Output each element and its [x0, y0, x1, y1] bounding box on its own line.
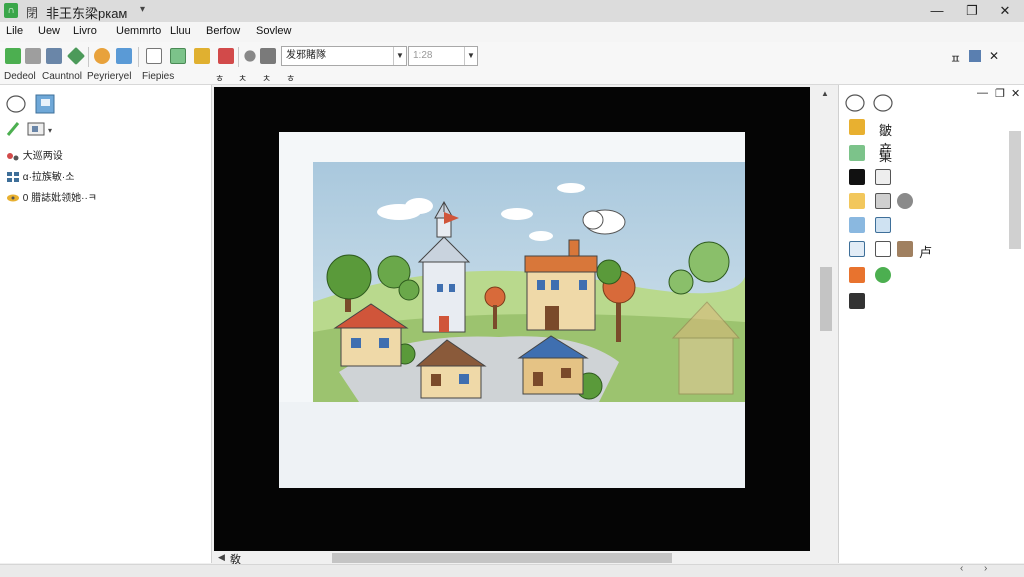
- horizontal-scrollbar[interactable]: ◀ 敎: [214, 551, 834, 566]
- menu-element[interactable]: Uemmrto: [116, 25, 161, 37]
- close-button[interactable]: ✕: [988, 0, 1022, 22]
- dock-icon[interactable]: [969, 50, 981, 62]
- tree-icon: [875, 267, 891, 283]
- vertical-scrollbar[interactable]: ▲ ▼: [818, 87, 834, 563]
- title-bar: ∩ 閉 非王东梁ркам ▾ — ❐ ✕: [0, 0, 1024, 23]
- export-icon[interactable]: [218, 48, 234, 64]
- pen-tool-icon[interactable]: [260, 48, 276, 64]
- save-icon[interactable]: [46, 48, 62, 64]
- menu-window[interactable]: Sovlew: [256, 25, 291, 37]
- page-icon[interactable]: [146, 48, 162, 64]
- copy-icon: [875, 217, 891, 233]
- list-item[interactable]: α·拉族敏·소: [6, 168, 74, 183]
- menu-edit[interactable]: Uew: [38, 25, 60, 37]
- list-item-label: 菓: [879, 149, 893, 164]
- list-item-label: 0 腊誌妣领她··ㅋ: [22, 193, 97, 204]
- right-panel: — ❐ ✕ 皺产 菓 卢: [838, 85, 1024, 563]
- picture-icon: [849, 293, 865, 309]
- chart-icon: [849, 267, 865, 283]
- panel-scrollbar-thumb[interactable]: [1009, 131, 1021, 249]
- panel-minimize-button[interactable]: —: [977, 87, 988, 99]
- chevron-down-icon[interactable]: ▼: [464, 47, 477, 65]
- list-item-label: 卢: [919, 245, 933, 260]
- scroll-up-icon[interactable]: ▲: [821, 89, 829, 98]
- chevron-down-icon[interactable]: ▼: [393, 47, 406, 65]
- new-document-icon[interactable]: [5, 48, 21, 64]
- edit-page-icon[interactable]: [170, 48, 186, 64]
- stack-icon: [875, 169, 891, 185]
- toolbar-label-pieces: Fiepies: [142, 71, 175, 82]
- toolbar-label-properties: Peyrieryel: [87, 71, 132, 82]
- layers-icon[interactable]: [94, 48, 110, 64]
- status-prev-icon[interactable]: ‹: [960, 563, 963, 574]
- svg-text:▾: ▾: [48, 126, 52, 135]
- scrollbar-thumb[interactable]: [820, 267, 832, 331]
- frame-icon: [897, 241, 913, 257]
- list-item[interactable]: 0 腊誌妣领她··ㅋ: [6, 189, 97, 204]
- list-item-label: α·拉族敏·소: [22, 172, 75, 183]
- app-icon[interactable]: ∩: [4, 3, 18, 18]
- menu-view[interactable]: Livro: [73, 25, 97, 37]
- scrollbar-thumb[interactable]: [332, 553, 672, 563]
- window-title: 非王东梁ркам: [46, 6, 128, 21]
- shapes-icon[interactable]: [6, 93, 60, 115]
- toolbar-label-control: Cauntnol: [42, 71, 83, 82]
- document-icon: [875, 193, 891, 209]
- grid-icon: [7, 172, 19, 183]
- toolbar-marker: ㅊ: [262, 74, 272, 85]
- eye-icon: [7, 194, 19, 202]
- toolbar-label-default: Dedeol: [4, 71, 36, 82]
- wrench-icon: [897, 193, 913, 209]
- tools-icon: [849, 119, 865, 135]
- properties-icon[interactable]: [116, 48, 132, 64]
- panel-restore-button[interactable]: ❐: [995, 87, 1005, 100]
- image-icon: [849, 145, 865, 161]
- open-folder-icon[interactable]: [25, 48, 41, 64]
- menu-format[interactable]: Berfow: [206, 25, 240, 37]
- toolbar-marker: ㅎ: [286, 74, 296, 85]
- toolbar-marker: ㅎ: [215, 74, 225, 85]
- minimize-button[interactable]: —: [920, 0, 954, 22]
- title-dropdown-icon[interactable]: ▾: [140, 4, 145, 15]
- folder-icon: [849, 193, 865, 209]
- village-illustration[interactable]: [279, 132, 747, 488]
- list-item[interactable]: 大巡两设: [6, 147, 63, 162]
- panel-close-button[interactable]: ✕: [1011, 87, 1020, 100]
- text-icon: [849, 241, 865, 257]
- pin-icon[interactable]: ㅍ: [950, 50, 961, 67]
- group-icon[interactable]: [194, 48, 210, 64]
- menu-layer[interactable]: Lluu: [170, 25, 191, 37]
- status-bar: ‹ ›: [0, 563, 1024, 577]
- pencil-icon[interactable]: ▾: [6, 121, 62, 137]
- list-item-label: 大巡两设: [22, 151, 63, 162]
- scroll-left-icon[interactable]: ◀: [218, 552, 225, 563]
- toolbar-marker: ㅊ: [238, 74, 248, 85]
- status-next-icon[interactable]: ›: [984, 563, 987, 574]
- link-icon: [875, 241, 891, 257]
- window-icon: [849, 217, 865, 233]
- toolbar: 发邪賭隊 ▼ 1:28 ▼ Dedeol Cauntnol Peyrieryel F…: [0, 42, 1024, 85]
- restore-button[interactable]: ❐: [955, 0, 989, 22]
- crosshair-icon[interactable]: [244, 50, 256, 62]
- navigate-icon[interactable]: [66, 46, 86, 66]
- shapes-icon[interactable]: [845, 93, 897, 113]
- node-icon: [7, 153, 19, 161]
- menu-file[interactable]: Lile: [6, 25, 23, 37]
- color-icon: [849, 169, 865, 185]
- toolbar-close-button[interactable]: ✕: [989, 49, 999, 63]
- left-panel: ▾ 大巡两设 α·拉族敏·소 0 腊誌妣领她··ㅋ: [0, 85, 212, 563]
- menu-bar: Lile Uew Livro Uemmrto Lluu Berfow Sovle…: [0, 22, 1024, 42]
- quick-access-icon[interactable]: 閉: [26, 4, 38, 21]
- zoom-combo[interactable]: 1:28 ▼: [408, 46, 478, 66]
- drawing-page[interactable]: [279, 132, 747, 488]
- style-combo[interactable]: 发邪賭隊 ▼: [281, 46, 407, 66]
